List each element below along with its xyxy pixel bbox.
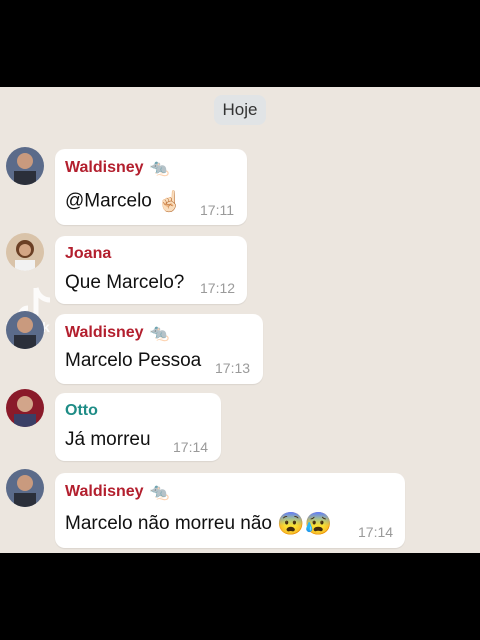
message-bubble[interactable]: Waldisney 🐀 @Marcelo ☝🏻 17:11 xyxy=(55,149,247,225)
message-text: Marcelo Pessoa xyxy=(65,350,202,371)
pointing-up-emoji-icon: ☝🏻 xyxy=(157,191,183,213)
message-bubble[interactable]: Otto Já morreu 17:14 xyxy=(55,393,221,461)
message-time: 17:14 xyxy=(358,524,394,540)
rat-emoji-icon: 🐀 xyxy=(149,325,170,342)
date-chip: Hoje xyxy=(214,95,266,125)
message-time: 17:14 xyxy=(173,439,209,455)
fearful-face-emoji-icon: 😨😰 xyxy=(277,511,333,536)
sender-name: Waldisney 🐀 xyxy=(65,324,170,342)
avatar-waldisney[interactable] xyxy=(6,147,44,185)
message-text: Que Marcelo? xyxy=(65,272,185,293)
avatar-waldisney[interactable] xyxy=(6,311,44,349)
sender-name: Otto xyxy=(65,402,98,419)
bottom-letterbox xyxy=(0,553,480,640)
message-bubble[interactable]: Waldisney 🐀 Marcelo Pessoa 17:13 xyxy=(55,314,263,384)
message-bubble[interactable]: Waldisney 🐀 Marcelo não morreu não 😨😰 17… xyxy=(55,473,405,548)
chat-area: Hoje Waldisney 🐀 @Marcelo ☝🏻 17:11 Joana… xyxy=(0,87,480,553)
sender-name: Waldisney 🐀 xyxy=(65,483,170,501)
message-time: 17:13 xyxy=(215,360,251,376)
message-time: 17:11 xyxy=(200,202,234,218)
message-text: Já morreu xyxy=(65,429,151,450)
rat-emoji-icon: 🐀 xyxy=(149,484,170,501)
sender-name: Joana xyxy=(65,245,112,262)
message-text: Marcelo não morreu não 😨😰 xyxy=(65,511,333,536)
message-time: 17:12 xyxy=(200,280,236,296)
avatar-joana[interactable] xyxy=(6,233,44,271)
message-bubble[interactable]: Joana Que Marcelo? 17:12 xyxy=(55,236,247,304)
rat-emoji-icon: 🐀 xyxy=(149,160,170,177)
message-text: @Marcelo ☝🏻 xyxy=(65,190,183,213)
sender-name: Waldisney 🐀 xyxy=(65,159,170,177)
avatar-otto[interactable] xyxy=(6,389,44,427)
avatar-waldisney[interactable] xyxy=(6,469,44,507)
